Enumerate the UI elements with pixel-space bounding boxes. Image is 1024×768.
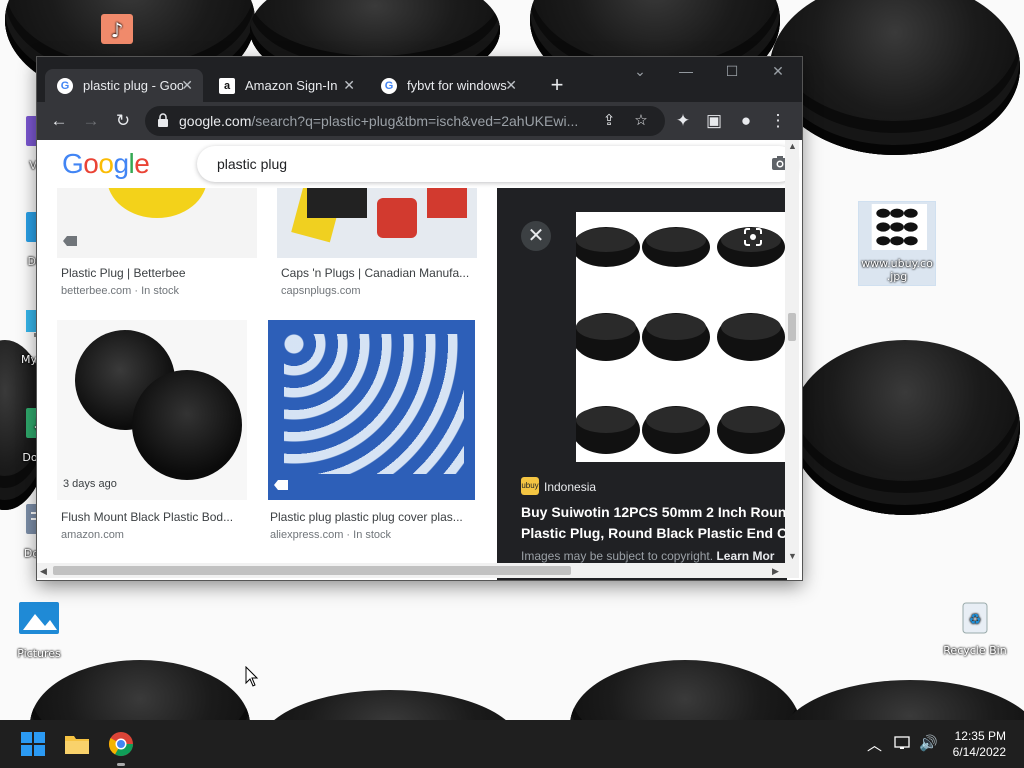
side-panel-icon[interactable]: ▣ [702,109,726,133]
chrome-window: G plastic plug - Goo ✕ a Amazon Sign-In … [37,57,802,580]
address-bar[interactable]: google.com/search?q=plastic+plug&tbm=isc… [145,106,665,136]
svg-text:♻: ♻ [969,612,982,628]
ubuy-image-file-icon[interactable]: www.ubuy.co .jpg [858,201,941,286]
tab-amazon-sign-in[interactable]: a Amazon Sign-In ✕ [207,69,365,102]
preview-source[interactable]: Indonesia [544,480,596,494]
ubuy-favicon: ubuy [521,477,539,495]
google-logo[interactable]: Google [62,148,150,180]
url-text: google.com/search?q=plastic+plug&tbm=isc… [179,113,579,129]
pictures-label: Pictures [17,647,61,660]
scroll-up-arrow[interactable]: ▲ [788,141,797,151]
shopping-tag-icon [63,236,77,246]
lock-icon[interactable] [157,113,169,127]
google-header: Google plastic plug [37,140,802,188]
taskbar: ︿ 🔊 12:35 PM 6/14/2022 [0,720,1024,768]
result-thumbnail-betterbee[interactable] [57,188,257,258]
search-box[interactable]: plastic plug [197,146,797,182]
reload-button[interactable]: ↻ [111,109,135,133]
svg-text:♪: ♪ [111,18,124,42]
result-source: amazon.com [61,529,124,541]
maximize-button[interactable]: ☐ [717,63,747,80]
system-clock[interactable]: 12:35 PM 6/14/2022 [953,728,1006,760]
tab-title: plastic plug - Goo [83,78,183,93]
horizontal-scrollbar[interactable]: ◀ ▶ [37,563,799,578]
shopping-tag-icon [274,480,288,490]
tab-fybvt[interactable]: G fybvt for windows ✕ [369,69,527,102]
google-lens-icon[interactable] [742,226,764,248]
tab-strip: G plastic plug - Goo ✕ a Amazon Sign-In … [37,57,802,102]
search-input[interactable]: plastic plug [217,156,287,172]
scroll-down-arrow[interactable]: ▼ [788,551,797,561]
clock-date: 6/14/2022 [952,745,1006,759]
result-age-badge: 3 days ago [63,478,117,490]
close-preview-icon[interactable]: ✕ [521,221,551,251]
result-title[interactable]: Plastic plug plastic plug cover plas... [270,510,465,524]
learn-more-link[interactable]: Learn Mor [716,549,774,563]
volume-icon[interactable]: 🔊 [919,734,938,752]
file-explorer-icon[interactable] [63,730,91,758]
close-tab-icon[interactable]: ✕ [181,77,193,94]
vertical-scroll-thumb[interactable] [788,313,796,341]
page-content: Google plastic plug Plastic Plug | Bette… [37,140,802,580]
music-file-icon[interactable]: ♪ [79,10,155,57]
menu-kebab-icon[interactable]: ⋮ [766,109,790,133]
extensions-puzzle-icon[interactable]: ✦ [671,109,695,133]
result-thumbnail-amazon[interactable]: 3 days ago [57,320,247,500]
show-hidden-icons-chevron[interactable]: ︿ [867,734,882,755]
result-title[interactable]: Caps 'n Plugs | Canadian Manufa... [281,266,476,280]
close-tab-icon[interactable]: ✕ [505,77,517,94]
scroll-right-arrow[interactable]: ▶ [772,566,779,577]
google-icon: G [381,77,397,94]
result-source: capsnplugs.com [281,285,361,297]
close-tab-icon[interactable]: ✕ [343,77,355,94]
bookmark-star-icon[interactable]: ☆ [631,111,651,131]
clock-time: 12:35 PM [954,729,1006,743]
result-source: aliexpress.com · In stock [270,529,392,541]
horizontal-scroll-thumb[interactable] [53,566,571,575]
result-source: betterbee.com · In stock [61,285,179,297]
mouse-cursor-icon [245,666,259,687]
result-title[interactable]: Flush Mount Black Plastic Bod... [61,510,256,524]
back-button[interactable]: ← [47,109,71,133]
share-icon[interactable]: ⇪ [599,111,619,131]
scroll-left-arrow[interactable]: ◀ [40,566,47,577]
new-tab-button[interactable]: + [545,72,569,98]
browser-toolbar: ← → ↻ google.com/search?q=plastic+plug&t… [37,102,802,140]
image-preview-panel: ✕ ubuy Indonesia Buy Suiwotin 12PCS 50mm… [497,188,787,580]
google-icon: G [57,77,73,94]
preview-title[interactable]: Buy Suiwotin 12PCS 50mm 2 Inch Round Pla… [521,502,787,544]
tab-title: Amazon Sign-In [245,78,338,93]
copyright-notice: Images may be subject to copyright. Lear… [521,549,775,563]
amazon-icon: a [219,77,235,94]
result-title[interactable]: Plastic Plug | Betterbee [61,266,256,280]
chrome-taskbar-icon[interactable] [107,730,135,758]
ubuy-image-file-label: www.ubuy.co .jpg [861,257,933,283]
network-icon[interactable] [894,735,912,751]
forward-button[interactable]: → [79,109,103,133]
recycle-bin-icon[interactable]: ♻ Recycle Bin [937,597,1013,657]
windows-start-icon[interactable] [19,730,47,758]
running-indicator [117,763,125,766]
preview-image[interactable] [576,212,787,462]
tab-title: fybvt for windows [407,78,507,93]
tab-plastic-plug[interactable]: G plastic plug - Goo ✕ [45,69,203,102]
minimize-button[interactable]: — [671,63,701,79]
tab-search-dropdown[interactable]: ⌄ [625,63,655,80]
vertical-scrollbar[interactable]: ▲ ▼ [785,140,799,563]
profile-avatar-icon[interactable]: ● [734,109,758,133]
close-window-button[interactable]: ✕ [763,63,793,80]
recycle-bin-label: Recycle Bin [943,644,1007,657]
result-thumbnail-aliexpress[interactable] [268,320,475,500]
result-thumbnail-capsnplugs[interactable] [277,188,477,258]
pictures-icon[interactable]: Pictures [1,600,77,660]
